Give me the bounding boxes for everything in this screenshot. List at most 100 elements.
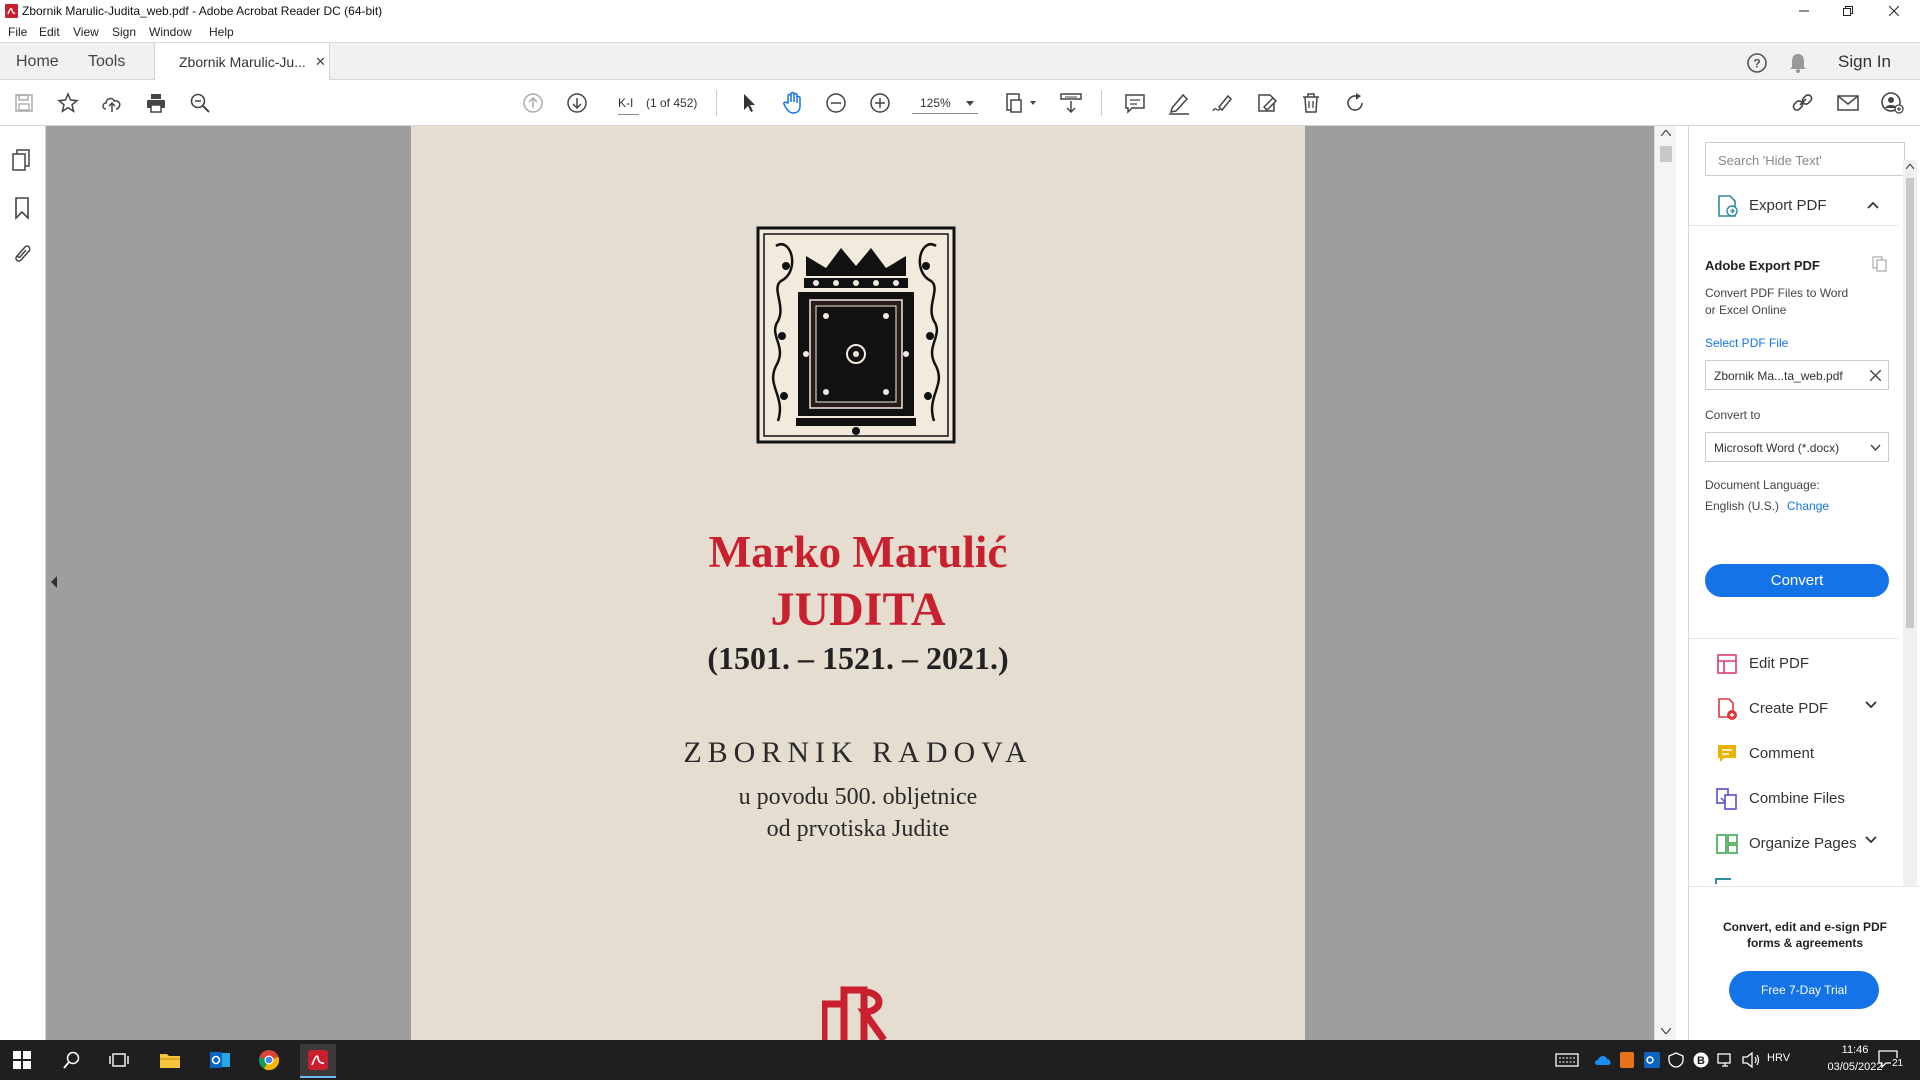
- send-for-signature-button[interactable]: [1254, 90, 1280, 116]
- sign-in-link[interactable]: Sign In: [1838, 52, 1891, 72]
- adobe-export-title: Adobe Export PDF: [1705, 258, 1820, 273]
- input-language-indicator[interactable]: HRV: [1767, 1052, 1790, 1064]
- tool-create-pdf[interactable]: Create PDF: [1689, 691, 1899, 727]
- tools-scrollbar[interactable]: [1903, 160, 1917, 1012]
- share-link-button[interactable]: [1790, 90, 1816, 116]
- bookmark-star-button[interactable]: [55, 90, 81, 116]
- email-button[interactable]: [1835, 90, 1861, 116]
- scroll-down-icon[interactable]: [1661, 1028, 1671, 1034]
- comment-button[interactable]: [1122, 90, 1148, 116]
- action-center-button[interactable]: 21: [1878, 1048, 1905, 1072]
- onedrive-cloud-icon[interactable]: [1594, 1054, 1612, 1066]
- document-viewer[interactable]: Marko Marulić JUDITA (1501. – 1521. – 20…: [46, 126, 1676, 1040]
- volume-tray-icon[interactable]: [1742, 1052, 1760, 1068]
- scroll-up-icon[interactable]: [1661, 130, 1671, 136]
- chevron-down-icon[interactable]: [1865, 836, 1877, 844]
- tool-comment[interactable]: Comment: [1689, 736, 1899, 772]
- taskbar-search-button[interactable]: [54, 1046, 90, 1074]
- tool-combine-files[interactable]: Combine Files: [1689, 781, 1899, 817]
- minimize-button[interactable]: [1782, 0, 1826, 22]
- menu-file[interactable]: File: [8, 25, 27, 39]
- trash-icon: [1303, 93, 1319, 113]
- attachments-paperclip-icon[interactable]: [11, 241, 33, 265]
- tab-tools[interactable]: Tools: [88, 53, 125, 71]
- shield-tray-icon[interactable]: [1668, 1052, 1684, 1068]
- keyboard-touch-icon[interactable]: [1555, 1052, 1579, 1068]
- highlight-button[interactable]: [1166, 90, 1192, 116]
- bookmarks-icon[interactable]: [13, 196, 31, 220]
- office-app-tray-icon[interactable]: [1620, 1052, 1634, 1068]
- page-thumbnails-icon[interactable]: [11, 148, 33, 172]
- menu-sign[interactable]: Sign: [112, 25, 136, 39]
- page-display-button[interactable]: [1003, 90, 1039, 116]
- tab-home[interactable]: Home: [16, 53, 59, 71]
- menu-view[interactable]: View: [73, 25, 99, 39]
- zoom-level-dropdown[interactable]: 125%: [912, 92, 978, 114]
- tab-document[interactable]: Zbornik Marulic-Ju... ✕: [154, 43, 330, 81]
- hand-tool-button[interactable]: [780, 90, 806, 116]
- zoom-search-button[interactable]: [187, 90, 213, 116]
- previous-page-button[interactable]: [520, 90, 546, 116]
- close-window-button[interactable]: [1872, 0, 1916, 22]
- restore-button[interactable]: [1826, 0, 1870, 22]
- document-scrollbar[interactable]: [1654, 126, 1676, 1040]
- fill-sign-button[interactable]: [1210, 90, 1236, 116]
- menu-help[interactable]: Help: [209, 25, 234, 39]
- remove-file-icon[interactable]: [1870, 370, 1881, 381]
- help-icon[interactable]: ?: [1746, 52, 1768, 74]
- bluetooth-tray-icon[interactable]: B: [1693, 1052, 1709, 1068]
- menu-edit[interactable]: Edit: [39, 25, 60, 39]
- zoom-in-button[interactable]: [867, 90, 893, 116]
- select-tool-button[interactable]: [736, 90, 762, 116]
- collapse-left-pane-icon[interactable]: [50, 576, 58, 588]
- promo-section: [1689, 886, 1920, 1040]
- taskbar-file-explorer[interactable]: [152, 1046, 188, 1074]
- convert-format-dropdown[interactable]: Microsoft Word (*.docx): [1705, 432, 1889, 462]
- start-button[interactable]: [4, 1046, 40, 1074]
- scrollbar-thumb[interactable]: [1660, 146, 1672, 162]
- notifications-bell-icon[interactable]: [1788, 52, 1808, 74]
- chevron-down-icon[interactable]: [1865, 701, 1877, 709]
- scroll-up-icon[interactable]: [1906, 164, 1914, 169]
- selected-file-name: Zbornik Ma...ta_web.pdf: [1714, 369, 1843, 383]
- page-number-input[interactable]: K-I: [618, 96, 640, 115]
- print-button[interactable]: [143, 90, 169, 116]
- scroll-mode-button[interactable]: [1058, 90, 1084, 116]
- export-pdf-header[interactable]: Export PDF: [1689, 186, 1899, 226]
- delete-button[interactable]: [1298, 90, 1324, 116]
- toolbar-divider: [716, 90, 717, 116]
- save-button[interactable]: [11, 90, 37, 116]
- menu-window[interactable]: Window: [149, 25, 192, 39]
- selected-file-field[interactable]: Zbornik Ma...ta_web.pdf: [1705, 360, 1889, 390]
- taskbar-acrobat-reader[interactable]: [300, 1044, 336, 1078]
- search-tools-input[interactable]: Search 'Hide Text': [1705, 142, 1905, 176]
- tool-edit-pdf[interactable]: Edit PDF: [1689, 646, 1899, 682]
- tools-pane: Search 'Hide Text' Export PDF Adobe Expo…: [1688, 126, 1920, 1040]
- task-view-button[interactable]: [101, 1046, 137, 1074]
- select-pdf-file-link[interactable]: Select PDF File: [1705, 336, 1788, 350]
- copy-documents-icon[interactable]: [1871, 256, 1889, 272]
- convert-button[interactable]: Convert: [1705, 564, 1889, 597]
- change-language-link[interactable]: Change: [1787, 499, 1829, 513]
- navigation-pane: [0, 126, 46, 1040]
- outlook-tray-icon[interactable]: [1644, 1052, 1660, 1068]
- search-placeholder: Search 'Hide Text': [1718, 153, 1822, 168]
- chevron-down-icon: [966, 101, 974, 106]
- rotate-button[interactable]: [1342, 90, 1368, 116]
- convert-format-value: Microsoft Word (*.docx): [1714, 441, 1840, 455]
- promo-text-line2: forms & agreements: [1746, 936, 1864, 950]
- book-subtitle: ZBORNIK RADOVA: [683, 736, 1033, 769]
- close-tab-icon[interactable]: ✕: [315, 54, 326, 70]
- taskbar-outlook[interactable]: [202, 1046, 238, 1074]
- taskbar-chrome[interactable]: [251, 1046, 287, 1074]
- free-trial-button[interactable]: Free 7-Day Trial: [1729, 971, 1879, 1009]
- network-tray-icon[interactable]: [1717, 1052, 1735, 1068]
- scrollbar-thumb[interactable]: [1906, 178, 1914, 628]
- zoom-out-button[interactable]: [823, 90, 849, 116]
- share-with-people-button[interactable]: [1879, 90, 1905, 116]
- svg-text:B: B: [1697, 1055, 1705, 1067]
- upload-cloud-button[interactable]: [99, 90, 125, 116]
- tool-organize-pages[interactable]: Organize Pages: [1689, 826, 1899, 862]
- export-pdf-icon: [1718, 195, 1738, 217]
- next-page-button[interactable]: [564, 90, 590, 116]
